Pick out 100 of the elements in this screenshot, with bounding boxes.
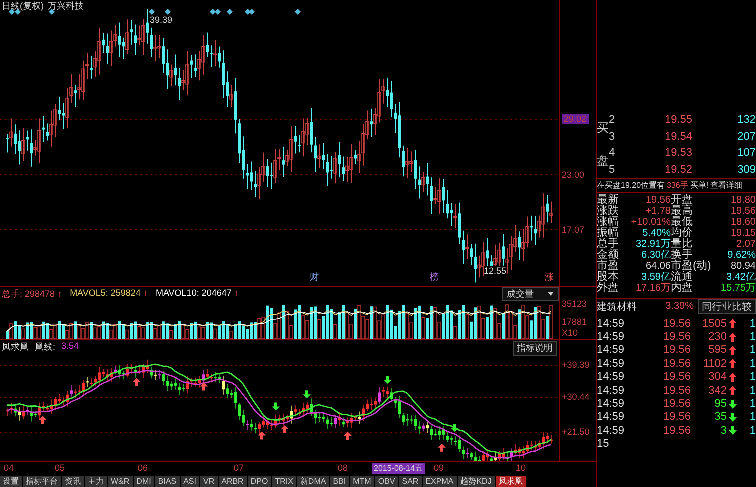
date-label: 09: [434, 463, 444, 473]
indicator-tab[interactable]: MTM: [350, 476, 376, 487]
bid-volume: 107: [736, 147, 756, 160]
indicator-tab[interactable]: SAR: [399, 476, 423, 487]
trade-footer: 15: [597, 438, 756, 450]
stat-label: 市盈: [597, 261, 620, 272]
indicator-tab[interactable]: BBI: [330, 476, 350, 487]
trade-volume: 3: [720, 424, 727, 437]
stat-value: 5.40%: [642, 228, 671, 239]
trade-time: 14:59: [597, 344, 626, 356]
trade-time: 14:59: [597, 318, 626, 330]
trade-price: 19.56: [662, 384, 691, 397]
trade-count: 1: [748, 358, 756, 370]
side-label: 买: [597, 120, 609, 137]
order-notice: 在买盘19.20位置有: [597, 180, 666, 191]
details-link[interactable]: 查看详细: [710, 180, 743, 191]
bid-rank: 3: [609, 130, 616, 143]
indicator-tab[interactable]: TRIX: [272, 476, 298, 487]
axis-label: +21.50: [562, 427, 590, 437]
indicator-tab[interactable]: ASI: [180, 476, 200, 487]
trade-time: 14:59: [597, 424, 626, 437]
indicator-tab[interactable]: 趋势KDJ: [458, 476, 496, 487]
axis-label: 29.02: [562, 114, 589, 124]
indicator-tab[interactable]: 凤求凰: [496, 476, 527, 487]
stat-value: 19.56: [730, 206, 756, 217]
stat-label: 金额: [597, 250, 620, 261]
trade-count: 1: [748, 344, 756, 356]
bid-price: 19.53: [664, 147, 692, 160]
date-label: 07: [234, 463, 244, 473]
date-label: 06: [138, 463, 148, 473]
trade-count: 1: [748, 331, 756, 344]
indicator-tab[interactable]: EXPMA: [422, 476, 458, 487]
bid-volume: 309: [736, 164, 756, 176]
indicator-tab[interactable]: 资讯: [62, 476, 85, 487]
indicator-tab[interactable]: 新DMA: [297, 476, 330, 487]
stat-label: 量比: [671, 239, 694, 250]
axis-label: 17.07: [562, 225, 585, 235]
volume-selector[interactable]: 成交量: [502, 287, 559, 301]
trade-price: 19.56: [662, 318, 691, 330]
chart-title: 日线(复权): [2, 0, 44, 13]
event-mark[interactable]: 涨: [545, 271, 554, 284]
stat-label: 市盈(动): [671, 261, 712, 272]
indicator-tab[interactable]: ARBR: [218, 476, 248, 487]
bid-volume: 132: [736, 114, 756, 126]
indicator-tab[interactable]: 设置: [0, 476, 23, 487]
event-mark[interactable]: 榜: [430, 271, 439, 284]
indicator-tab[interactable]: OBV: [375, 476, 400, 487]
axis-label: 23.00: [562, 170, 585, 180]
bid-volume: 207: [736, 130, 756, 143]
trade-volume: 342: [708, 384, 727, 397]
stat-label: 均价: [671, 228, 694, 239]
trade-time: 14:59: [597, 398, 626, 410]
volume-legend-item: MAVOL5: 259824 ↑: [70, 288, 148, 300]
trade-time: 14:59: [597, 411, 626, 424]
bid-rank: 5: [609, 164, 616, 176]
indicator-tab[interactable]: W&R: [108, 476, 134, 487]
trade-price: 19.56: [662, 424, 691, 437]
trade-price: 19.56: [662, 398, 691, 410]
stat-value: 19.15: [730, 228, 756, 239]
trade-price: 19.56: [662, 344, 691, 356]
indicator-tab[interactable]: DMI: [134, 476, 156, 487]
stock-name: 万兴科技: [48, 0, 84, 13]
event-mark[interactable]: 财: [310, 271, 319, 284]
trade-price: 19.56: [662, 371, 691, 384]
indicator-tab[interactable]: BIAS: [155, 476, 181, 487]
stat-value: 9.62%: [726, 250, 756, 261]
trade-count: 1: [748, 411, 756, 424]
trade-volume: 304: [708, 371, 727, 384]
stat-label: 外盘: [597, 283, 620, 294]
date-label: 08: [338, 463, 348, 473]
trade-count: 1: [748, 424, 756, 437]
stat-value: 18.60: [730, 217, 756, 228]
stat-label: 最新: [597, 195, 620, 206]
trade-count: 1: [748, 384, 756, 397]
trade-volume: 595: [708, 344, 727, 356]
stat-value: 18.80: [730, 195, 756, 206]
stat-label: 振幅: [597, 228, 620, 239]
date-label: 04: [4, 463, 14, 473]
indicator-tab[interactable]: VR: [200, 476, 219, 487]
stat-label: 换手: [671, 250, 694, 261]
trade-price: 19.56: [662, 358, 691, 370]
indicator-tab[interactable]: 指标平台: [23, 476, 62, 487]
stat-label: 流通: [671, 272, 694, 283]
stat-value: 32.91万: [634, 239, 671, 250]
trade-time: 14:59: [597, 331, 626, 344]
trade-volume: 1102: [702, 358, 727, 370]
axis-label: 17881: [562, 317, 588, 327]
industry-compare-button[interactable]: 同行业比较: [698, 299, 756, 314]
stat-value: 2.07: [736, 239, 756, 250]
indicator-tab[interactable]: DPO: [248, 476, 272, 487]
bid-rank: 2: [609, 114, 616, 126]
low-price-label: 12.55: [484, 266, 507, 276]
indicator-tab[interactable]: 主力: [85, 476, 108, 487]
trade-time: 14:59: [597, 384, 626, 397]
indicator-line-label: 凰线:: [35, 341, 56, 354]
indicator-help-button[interactable]: 指标说明: [513, 341, 557, 356]
stat-value: 80.94: [730, 261, 756, 272]
trade-count: 1: [748, 371, 756, 384]
volume-legend-item: MAVOL10: 204647 ↑: [156, 288, 239, 300]
stat-value: 19.56: [644, 195, 671, 206]
